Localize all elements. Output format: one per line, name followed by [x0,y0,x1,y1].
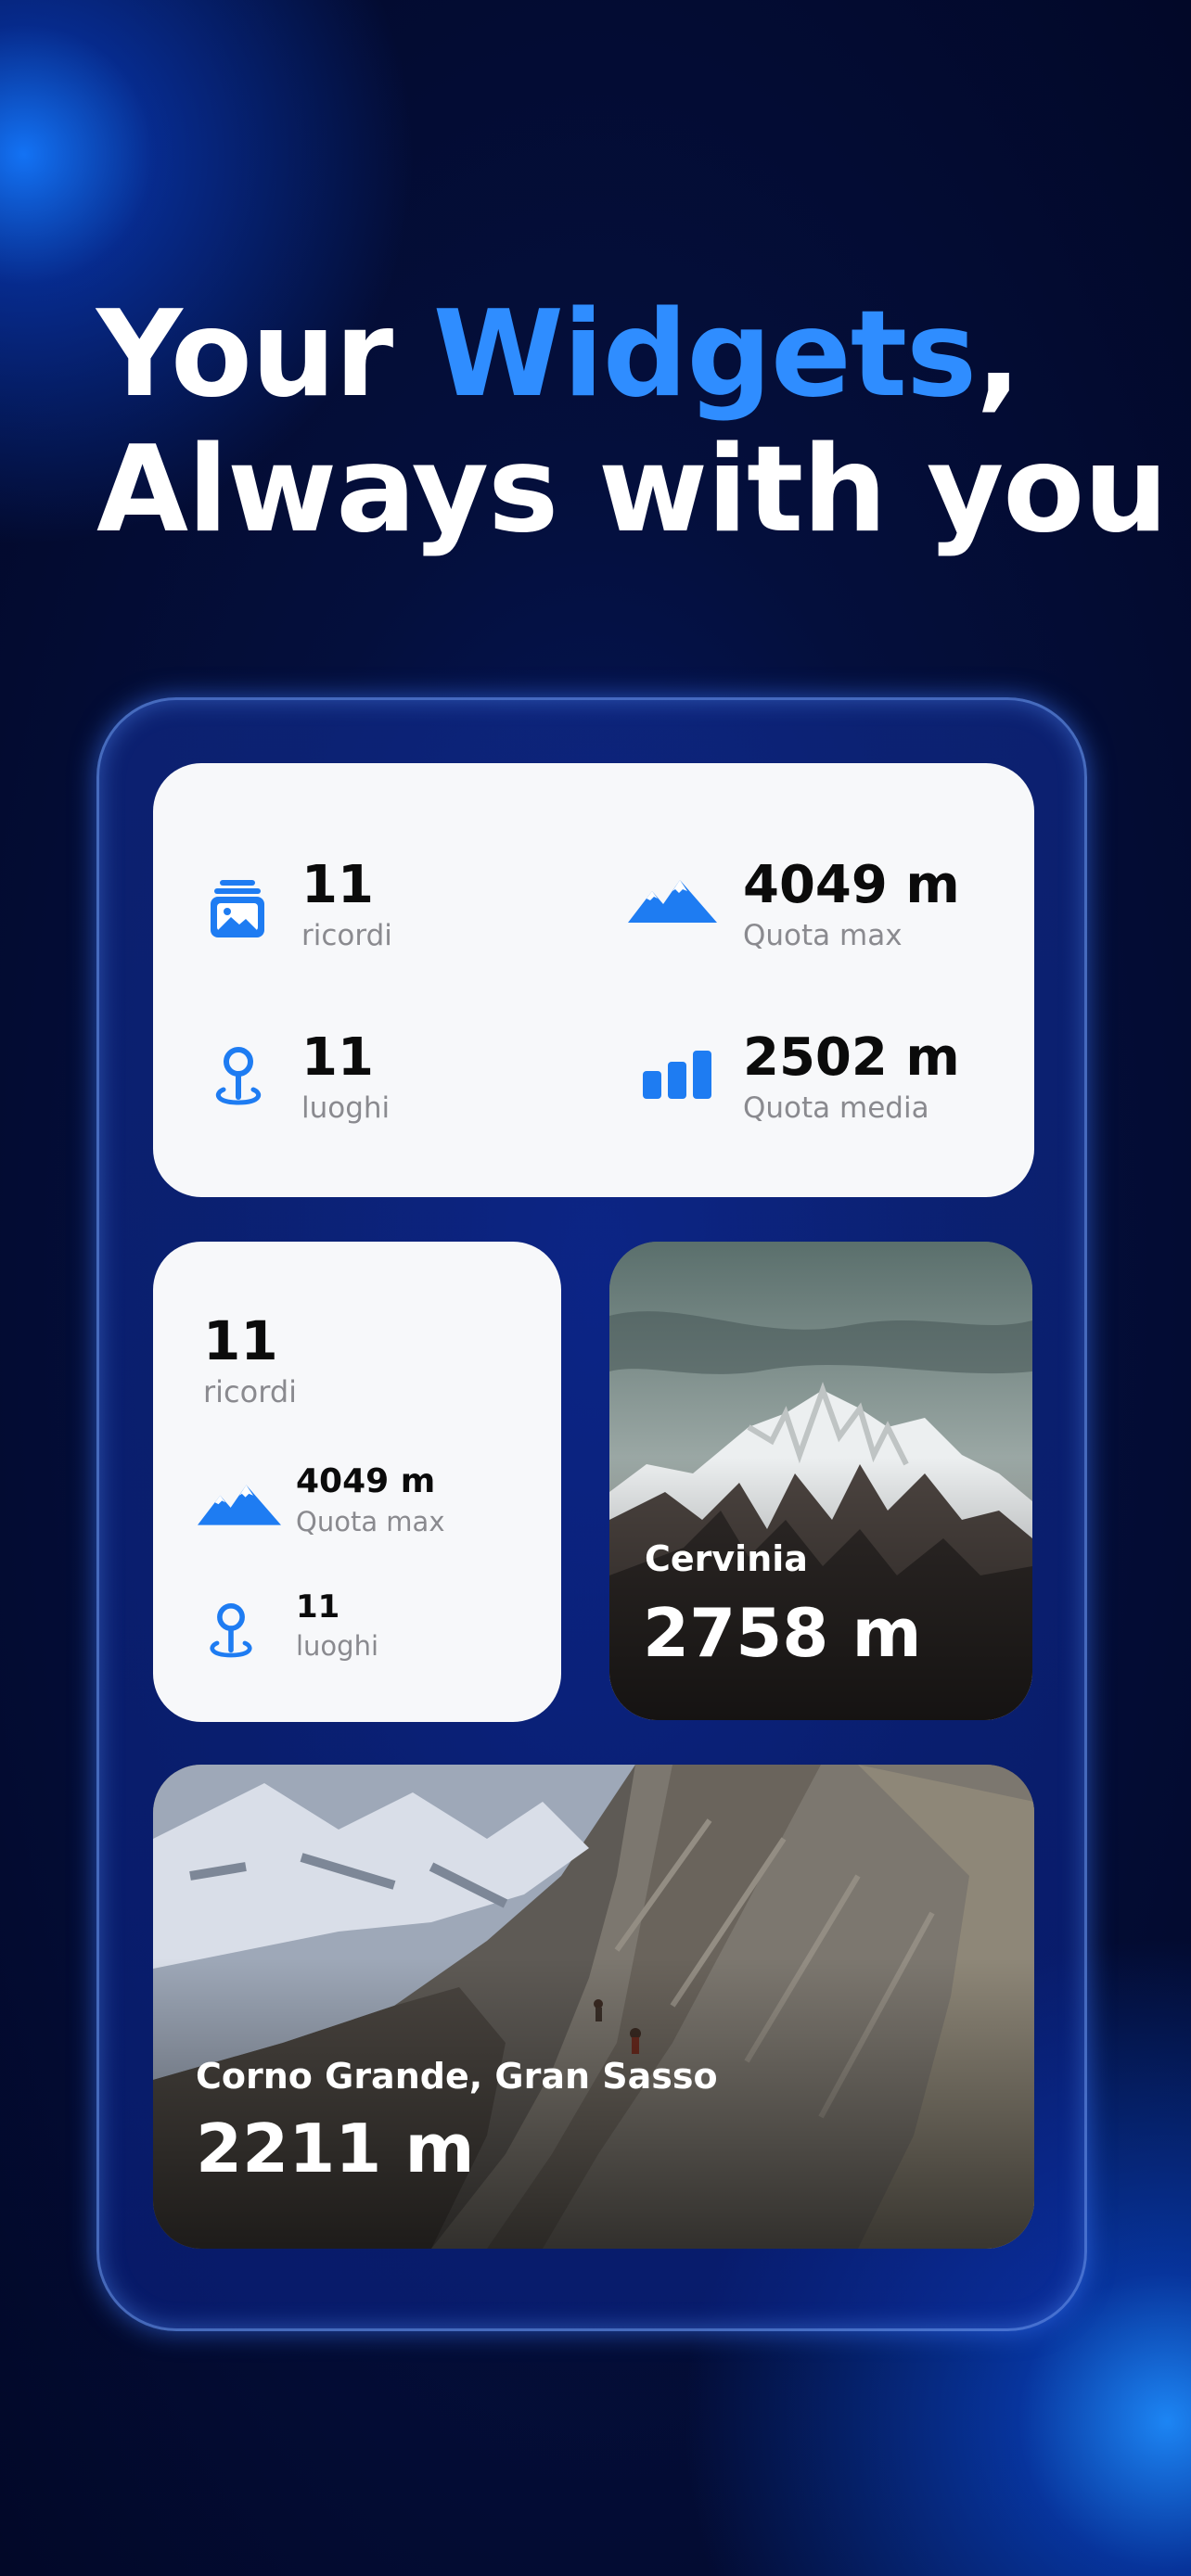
memories-stat: 11 ricordi [301,856,392,956]
small-places-count: 11 [296,1588,340,1626]
stats-widget-large[interactable]: 11 ricordi 11 luoghi 4049 m Quota max 25… [153,763,1034,1197]
places-stat: 11 luoghi [301,1028,390,1129]
mountains-icon [628,878,717,925]
small-max-altitude-label: Quota max [296,1506,445,1537]
photo-widget-corno-grande[interactable]: Corno Grande, Gran Sasso 2211 m [153,1765,1034,2249]
avg-altitude-label: Quota media [743,1091,929,1125]
memories-count: 11 [301,855,374,915]
mountains-icon [198,1483,281,1527]
photo-place-name: Cervinia [645,1538,808,1579]
stats-widget-small[interactable]: 11 ricordi 4049 m Quota max 11 luoghi [153,1242,561,1722]
small-memories-stat: 11 ricordi [203,1310,297,1412]
memories-label: ricordi [301,919,392,952]
places-count: 11 [301,1027,374,1088]
bar-chart-icon [643,1051,713,1099]
small-memories-count: 11 [203,1309,278,1372]
small-places-label: luoghi [296,1630,379,1662]
avg-altitude-stat: 2502 m Quota media [743,1028,960,1129]
small-memories-label: ricordi [203,1374,298,1409]
places-label: luoghi [301,1091,391,1125]
headline-line1: Your Widgets, [96,286,1021,424]
map-pin-icon [205,1600,257,1659]
photo-widget-cervinia[interactable]: Cervinia 2758 m [609,1242,1032,1720]
photo-stack-icon [209,878,266,939]
photo-altitude: 2211 m [196,2110,475,2187]
max-altitude-stat: 4049 m Quota max [743,856,960,956]
photo-altitude: 2758 m [643,1594,922,1672]
phone-frame: 11 ricordi 11 luoghi 4049 m Quota max 25… [96,697,1087,2331]
photo-place-name: Corno Grande, Gran Sasso [196,2056,718,2097]
small-places-stat: 11 luoghi [296,1587,378,1664]
headline: Your Widgets, Always with you [96,286,1168,559]
headline-line2: Always with you [96,421,1168,559]
small-max-altitude-stat: 4049 m Quota max [296,1460,445,1540]
small-max-altitude-value: 4049 m [296,1462,436,1500]
avg-altitude-value: 2502 m [743,1027,960,1088]
max-altitude-value: 4049 m [743,855,960,915]
headline-accent: Widgets [432,286,977,424]
map-pin-icon [211,1043,266,1106]
max-altitude-label: Quota max [743,919,903,952]
